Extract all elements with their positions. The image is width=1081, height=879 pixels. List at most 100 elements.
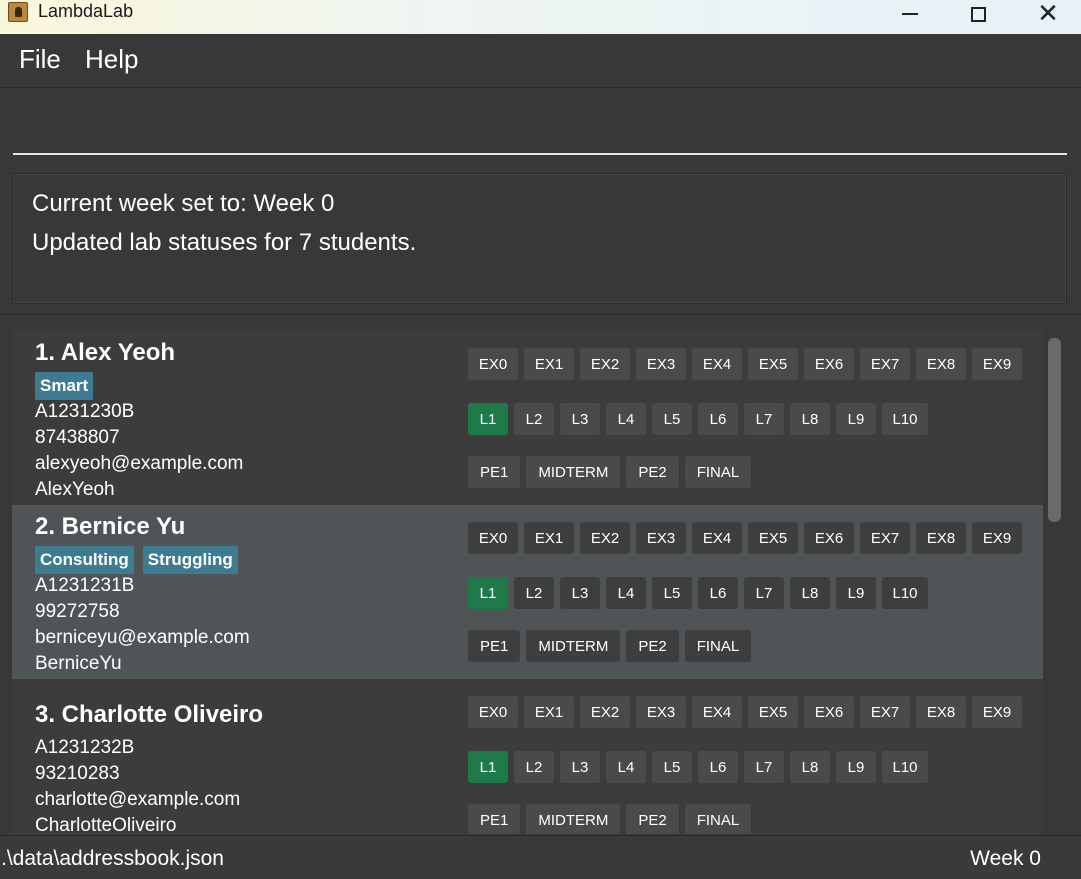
lab-chip: L7 <box>744 577 784 609</box>
window-title: LambdaLab <box>38 1 134 21</box>
menu-bar: File Help <box>0 34 1081 88</box>
student-id: A1231231B <box>35 575 135 596</box>
phone: 87438807 <box>35 427 120 448</box>
lab-chip: L9 <box>836 577 876 609</box>
exercise-row: EX0 EX1 EX2 EX3 EX4 EX5 EX6 EX7 EX8 EX9 <box>468 696 1022 728</box>
exercise-chip: EX9 <box>972 522 1022 554</box>
exercise-chip: EX2 <box>580 348 630 380</box>
exercise-chip: EX0 <box>468 696 518 728</box>
person-card[interactable]: 3. Charlotte Oliveiro A1231232B 93210283… <box>12 679 1043 834</box>
data-file-path: .\data\addressbook.json <box>1 847 224 870</box>
person-list-panel: 1. Alex Yeoh Smart A1231230B 87438807 al… <box>0 314 1081 834</box>
result-line-2: Updated lab statuses for 7 students. <box>32 229 417 256</box>
exam-chip: MIDTERM <box>526 630 621 662</box>
exercise-chip: EX7 <box>860 348 910 380</box>
exercise-chip: EX1 <box>524 522 574 554</box>
menu-file[interactable]: File <box>19 44 61 75</box>
person-card[interactable]: 2. Bernice Yu Consulting Struggling A123… <box>12 505 1043 679</box>
tag-list: Consulting Struggling <box>35 546 238 574</box>
exercise-chip: EX7 <box>860 522 910 554</box>
exercise-chip: EX7 <box>860 696 910 728</box>
exercise-chip: EX2 <box>580 696 630 728</box>
exercise-chip: EX9 <box>972 348 1022 380</box>
title-bar: LambdaLab ✕ <box>0 0 1081 34</box>
maximize-button[interactable] <box>950 0 1006 28</box>
lab-chip: L6 <box>698 403 738 435</box>
phone: 93210283 <box>35 763 120 784</box>
exercise-row: EX0 EX1 EX2 EX3 EX4 EX5 EX6 EX7 EX8 EX9 <box>468 348 1022 380</box>
exercise-chip: EX3 <box>636 348 686 380</box>
close-button[interactable]: ✕ <box>1020 0 1076 28</box>
exam-row: PE1 MIDTERM PE2 FINAL <box>468 456 752 488</box>
exercise-chip: EX5 <box>748 522 798 554</box>
lab-chip: L1 <box>468 577 508 609</box>
lab-chip: L8 <box>790 403 830 435</box>
lab-chip: L5 <box>652 751 692 783</box>
email: alexyeoh@example.com <box>35 453 244 474</box>
exercise-chip: EX1 <box>524 696 574 728</box>
lab-chip: L2 <box>514 403 554 435</box>
result-line-1: Current week set to: Week 0 <box>32 190 335 217</box>
exercise-chip: EX5 <box>748 696 798 728</box>
lab-row: L1 L2 L3 L4 L5 L6 L7 L8 L9 L10 <box>468 751 928 783</box>
exercise-chip: EX0 <box>468 348 518 380</box>
exam-chip: FINAL <box>684 630 752 662</box>
lab-chip: L10 <box>882 751 928 783</box>
lab-chip: L2 <box>514 751 554 783</box>
exercise-chip: EX6 <box>804 348 854 380</box>
tag: Smart <box>35 372 94 400</box>
exercise-chip: EX8 <box>916 348 966 380</box>
menu-help[interactable]: Help <box>85 44 138 75</box>
lab-chip: L6 <box>698 577 738 609</box>
maximize-icon <box>970 6 986 22</box>
exercise-row: EX0 EX1 EX2 EX3 EX4 EX5 EX6 EX7 EX8 EX9 <box>468 522 1022 554</box>
github: AlexYeoh <box>35 479 115 500</box>
current-week: Week 0 <box>970 847 1041 870</box>
lab-chip: L4 <box>606 403 646 435</box>
exam-chip: PE1 <box>468 630 521 662</box>
github: BerniceYu <box>35 653 122 674</box>
app-icon <box>8 2 28 22</box>
exercise-chip: EX8 <box>916 522 966 554</box>
command-input[interactable] <box>13 89 1067 155</box>
lab-chip: L8 <box>790 751 830 783</box>
exercise-chip: EX9 <box>972 696 1022 728</box>
exam-chip: PE2 <box>626 456 679 488</box>
exercise-chip: EX8 <box>916 696 966 728</box>
status-bar: .\data\addressbook.json Week 0 <box>0 835 1081 879</box>
exercise-chip: EX4 <box>692 348 742 380</box>
lab-chip: L1 <box>468 751 508 783</box>
exam-chip: PE1 <box>468 456 521 488</box>
person-card[interactable]: 1. Alex Yeoh Smart A1231230B 87438807 al… <box>12 331 1043 505</box>
minimize-icon <box>902 13 918 15</box>
exam-chip: FINAL <box>684 804 752 834</box>
person-name: 1. Alex Yeoh <box>35 339 176 366</box>
person-name: 3. Charlotte Oliveiro <box>35 701 264 728</box>
lab-row: L1 L2 L3 L4 L5 L6 L7 L8 L9 L10 <box>468 403 928 435</box>
exam-chip: MIDTERM <box>526 456 621 488</box>
exercise-chip: EX4 <box>692 522 742 554</box>
lab-chip: L9 <box>836 751 876 783</box>
person-name: 2. Bernice Yu <box>35 513 186 540</box>
exercise-chip: EX3 <box>636 696 686 728</box>
scrollbar-thumb[interactable] <box>1048 338 1061 522</box>
tag: Consulting <box>35 546 134 574</box>
lab-chip: L2 <box>514 577 554 609</box>
exercise-chip: EX0 <box>468 522 518 554</box>
lab-chip: L7 <box>744 403 784 435</box>
minimize-button[interactable] <box>882 0 938 28</box>
tag: Struggling <box>142 546 238 574</box>
lab-chip: L9 <box>836 403 876 435</box>
exercise-chip: EX6 <box>804 522 854 554</box>
email: charlotte@example.com <box>35 789 241 810</box>
exercise-chip: EX5 <box>748 348 798 380</box>
exam-chip: PE2 <box>626 630 679 662</box>
lab-chip: L5 <box>652 577 692 609</box>
student-id: A1231232B <box>35 737 135 758</box>
exercise-chip: EX2 <box>580 522 630 554</box>
lab-chip: L4 <box>606 577 646 609</box>
student-id: A1231230B <box>35 401 135 422</box>
exam-row: PE1 MIDTERM PE2 FINAL <box>468 630 752 662</box>
lab-chip: L7 <box>744 751 784 783</box>
lab-chip: L8 <box>790 577 830 609</box>
